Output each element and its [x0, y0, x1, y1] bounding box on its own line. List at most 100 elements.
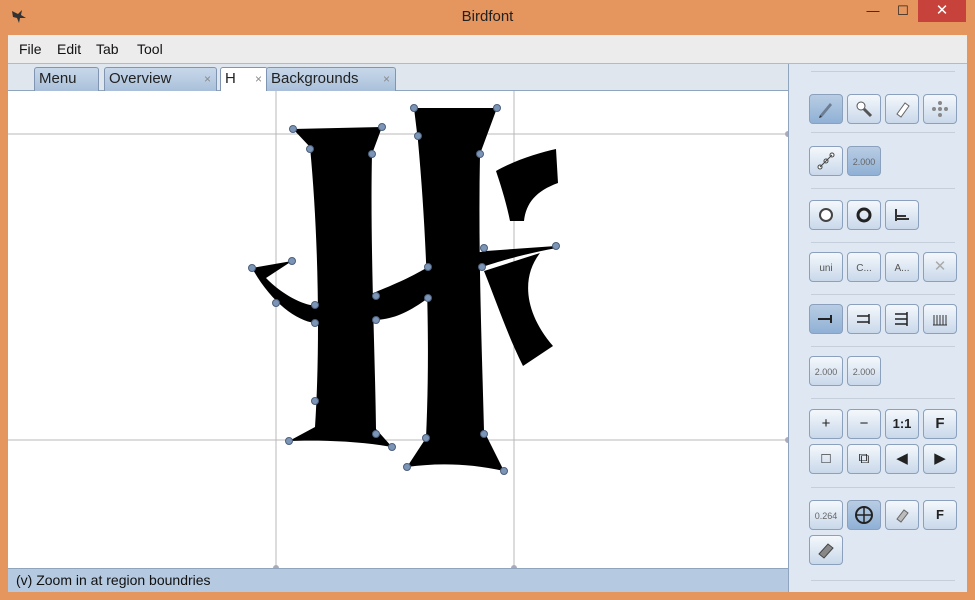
triple-stroke-button[interactable]	[885, 304, 919, 334]
close-window-button[interactable]: ✕	[918, 0, 966, 22]
tab-menu[interactable]: Menu	[34, 67, 99, 91]
zoom-in-icon: +	[821, 415, 831, 432]
separator	[811, 242, 955, 243]
font-settings-button[interactable]: F	[923, 500, 957, 530]
separator	[811, 71, 955, 72]
erase-background-button[interactable]	[885, 500, 919, 530]
menu-edit-label: Edit	[57, 41, 82, 57]
unicode-button[interactable]: uni	[809, 252, 843, 282]
zoom-actual-button[interactable]: 1:1	[885, 409, 919, 439]
separator	[811, 398, 955, 399]
copy-button[interactable]: C...	[847, 252, 881, 282]
book-icon	[818, 543, 834, 559]
tab-bar: Menu Overview × H × Backgrounds ×	[8, 64, 788, 91]
glyph-drawing[interactable]	[8, 91, 788, 568]
menu-tool[interactable]: Tool	[137, 41, 163, 57]
application-window: Birdfont — ☐ ✕ File Edit Tab Tool Menu O…	[0, 0, 975, 600]
glyph-left-stem[interactable]	[289, 127, 392, 447]
move-points-icon	[932, 101, 948, 117]
arrow-right-line-icon	[818, 315, 832, 323]
previous-icon: ◀	[896, 450, 908, 467]
window-title: Birdfont	[461, 8, 514, 25]
tab-backgrounds[interactable]: Backgrounds ×	[266, 67, 396, 91]
select-box-button[interactable]: □	[809, 444, 843, 474]
move-crosshair-icon	[855, 506, 873, 524]
stroke-width-button[interactable]: 0.264	[809, 500, 843, 530]
zoom-fit-label: F	[935, 415, 945, 432]
copy-label: C...	[856, 263, 872, 274]
overlap-button[interactable]: ⧉	[847, 444, 881, 474]
circle-icon	[819, 208, 833, 222]
menu-tab-label: Tab	[96, 41, 119, 57]
zoom-brush-button[interactable]	[847, 94, 881, 124]
align-button[interactable]	[885, 200, 919, 230]
glyph-name-label: A...	[894, 263, 910, 274]
zoom-out-button[interactable]: −	[847, 409, 881, 439]
separator	[811, 294, 955, 295]
align-icon	[895, 209, 909, 221]
next-icon: ▶	[934, 450, 946, 467]
reverse-path-icon	[856, 207, 872, 223]
status-text: (v) Zoom in at region boundries	[16, 572, 211, 588]
menu-tool-label: Tool	[137, 41, 163, 57]
tangent-icon	[817, 152, 835, 170]
separator	[811, 346, 955, 347]
font-icon: F	[936, 507, 944, 522]
background-image-button[interactable]	[809, 535, 843, 565]
square-icon: □	[821, 450, 831, 467]
zoom-actual-label: 1:1	[892, 416, 912, 431]
reverse-path-button[interactable]	[847, 200, 881, 230]
tab-h[interactable]: H ×	[220, 67, 268, 91]
minimize-button[interactable]: —	[858, 0, 888, 22]
stroke-value-spinner-2[interactable]: 2.000	[847, 356, 881, 386]
eraser-icon	[896, 102, 910, 118]
pen-tool-button[interactable]	[809, 94, 843, 124]
tab-h-label: H	[225, 70, 236, 87]
stroke-value-1: 2.000	[814, 367, 838, 377]
move-background-button[interactable]	[847, 500, 881, 530]
tab-overview[interactable]: Overview ×	[104, 67, 217, 91]
next-button[interactable]: ▶	[923, 444, 957, 474]
menu-edit[interactable]: Edit	[57, 41, 81, 57]
separator	[811, 188, 955, 189]
zoom-fit-button[interactable]: F	[923, 409, 957, 439]
tab-backgrounds-close-icon[interactable]: ×	[383, 68, 390, 90]
stroke-value-2: 2.000	[852, 367, 876, 377]
eraser-button[interactable]	[885, 94, 919, 124]
tangent-button[interactable]	[809, 146, 843, 176]
tab-backgrounds-label: Backgrounds	[271, 70, 359, 87]
menu-file-label: File	[19, 41, 42, 57]
separator	[811, 487, 955, 488]
stroke-width-value: 0.264	[814, 511, 838, 521]
circle-tool-button[interactable]	[809, 200, 843, 230]
comb-button[interactable]	[923, 304, 957, 334]
tab-h-close-icon[interactable]: ×	[255, 68, 262, 90]
stroke-value-spinner-1[interactable]: 2.000	[809, 356, 843, 386]
glyph-top-flourish[interactable]	[496, 149, 558, 221]
tangent-value: 2.000	[852, 157, 876, 167]
zoom-in-button[interactable]: +	[809, 409, 843, 439]
comb-icon	[933, 315, 947, 326]
close-icon: ✕	[933, 258, 947, 275]
glyph-name-button[interactable]: A...	[885, 252, 919, 282]
eraser-small-icon	[896, 509, 909, 523]
menu-file[interactable]: File	[19, 41, 42, 57]
unicode-label: uni	[819, 263, 833, 274]
triple-arrow-icon	[895, 312, 908, 326]
menu-bar: File Edit Tab Tool	[8, 35, 967, 64]
status-bar: (v) Zoom in at region boundries	[8, 568, 788, 592]
glyph-swash-right-lower[interactable]	[484, 253, 553, 366]
menu-tab[interactable]: Tab	[96, 41, 119, 57]
double-stroke-button[interactable]	[847, 304, 881, 334]
tangent-value-spinner[interactable]: 2.000	[847, 146, 881, 176]
tab-overview-close-icon[interactable]: ×	[204, 68, 211, 90]
pen-icon	[819, 103, 832, 118]
glyph-canvas[interactable]	[8, 91, 788, 568]
title-bar: Birdfont — ☐ ✕	[0, 0, 975, 34]
previous-button[interactable]: ◀	[885, 444, 919, 474]
maximize-button[interactable]: ☐	[888, 0, 918, 22]
single-stroke-button[interactable]	[809, 304, 843, 334]
zoom-out-icon: −	[859, 415, 869, 432]
move-points-button[interactable]	[923, 94, 957, 124]
delete-button[interactable]: ✕	[923, 252, 957, 282]
